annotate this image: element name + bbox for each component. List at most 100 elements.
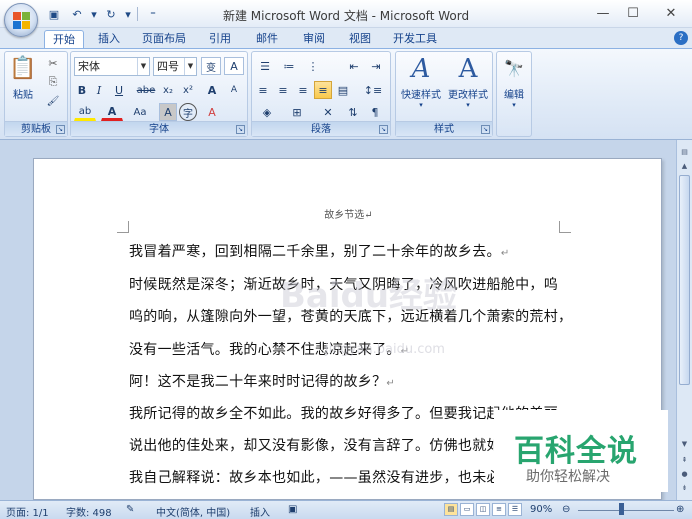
superscript-button[interactable]: x²: [179, 81, 197, 99]
char-border-icon[interactable]: A: [224, 57, 244, 75]
tab-review[interactable]: 审阅: [294, 30, 334, 48]
outline-icon[interactable]: ≡: [492, 503, 506, 516]
chinese-layout-icon[interactable]: ✕: [316, 103, 340, 121]
scroll-down-icon[interactable]: ▼: [679, 440, 690, 451]
clipboard-launcher-icon[interactable]: ↘: [56, 125, 65, 134]
strikethrough-button[interactable]: abe: [135, 81, 157, 99]
baidu-watermark-url: jingyan.baidu.com: [325, 342, 445, 357]
minimize-button[interactable]: —: [588, 0, 618, 26]
tab-home[interactable]: 开始: [44, 30, 84, 49]
chevron-down-icon: ▼: [184, 58, 196, 75]
quick-styles-button[interactable]: A 快速样式 ▾: [398, 54, 444, 109]
brand-overlay: 百科全说 助你轻松解决: [494, 410, 668, 492]
overlay-title: 百科全说: [514, 434, 638, 469]
show-marks-icon[interactable]: ¶: [366, 103, 384, 121]
editing-button[interactable]: 🔭 编辑 ▾: [499, 54, 529, 109]
numbering-icon[interactable]: ≔: [278, 57, 300, 75]
tab-insert[interactable]: 插入: [88, 30, 130, 48]
format-painter-icon[interactable]: 🖌: [43, 92, 63, 110]
office-button[interactable]: [4, 3, 38, 37]
shading-icon[interactable]: ◈: [254, 103, 280, 121]
zoom-in-icon[interactable]: ⊕: [676, 504, 684, 515]
ruler-toggle-icon[interactable]: ▤: [679, 148, 690, 159]
bold-button[interactable]: B: [74, 81, 90, 99]
prev-page-icon[interactable]: ⇞: [679, 456, 690, 467]
font-group-label: 字体: [71, 121, 247, 136]
clear-format-icon[interactable]: A: [202, 103, 222, 121]
cut-icon[interactable]: ✂: [43, 54, 63, 72]
underline-button[interactable]: U: [109, 81, 129, 99]
grow-font-icon[interactable]: A: [202, 81, 222, 99]
bullets-icon[interactable]: ☰: [254, 57, 276, 75]
font-group: 宋体 ▼ 四号 ▼ 变 A B I U abe x₂ x² A A ab A A…: [70, 51, 248, 137]
clipboard-group: 📋 粘贴 ✂ ⎘ 🖌 剪贴板 ↘: [4, 51, 68, 137]
close-button[interactable]: ✕: [656, 0, 686, 26]
ribbon: 📋 粘贴 ✂ ⎘ 🖌 剪贴板 ↘ 宋体 ▼ 四号 ▼ 变 A B I U abe…: [0, 48, 692, 140]
change-styles-button[interactable]: A 更改样式 ▾: [444, 54, 492, 109]
align-left-icon[interactable]: ≡: [254, 81, 272, 99]
ribbon-tabs: 开始 插入 页面布局 引用 邮件 审阅 视图 开发工具 ?: [0, 28, 692, 49]
align-center-icon[interactable]: ≡: [274, 81, 292, 99]
italic-button[interactable]: I: [91, 81, 107, 99]
zoom-out-icon[interactable]: ⊖: [562, 504, 570, 515]
overlay-subtitle: 助你轻松解决: [526, 469, 610, 485]
next-page-icon[interactable]: ⇟: [679, 484, 690, 495]
zoom-level[interactable]: 90%: [530, 504, 552, 515]
clipboard-icon: 📋: [9, 56, 37, 81]
word-count[interactable]: 字数: 498: [66, 504, 112, 519]
borders-icon[interactable]: ⊞: [284, 103, 310, 121]
help-icon[interactable]: ?: [674, 31, 688, 45]
print-layout-icon[interactable]: ▤: [444, 503, 458, 516]
highlight-icon[interactable]: ab: [74, 103, 96, 121]
font-color-icon[interactable]: A: [101, 103, 123, 121]
line-spacing-icon[interactable]: ↕≡: [360, 81, 386, 99]
align-right-icon[interactable]: ≡: [294, 81, 312, 99]
tab-developer[interactable]: 开发工具: [385, 30, 445, 48]
scroll-up-icon[interactable]: ▲: [679, 162, 690, 173]
proofing-icon[interactable]: ✎: [126, 504, 134, 515]
insert-mode-status[interactable]: 插入: [250, 504, 270, 519]
increase-indent-icon[interactable]: ⇥: [366, 57, 386, 75]
subscript-button[interactable]: x₂: [159, 81, 177, 99]
tab-view[interactable]: 视图: [340, 30, 380, 48]
tab-page-layout[interactable]: 页面布局: [134, 30, 194, 48]
zoom-track[interactable]: [578, 510, 674, 511]
language-status[interactable]: 中文(简体, 中国): [156, 504, 230, 519]
styles-launcher-icon[interactable]: ↘: [481, 125, 490, 134]
paste-button[interactable]: 📋 粘贴: [8, 54, 38, 101]
multilevel-list-icon[interactable]: ⋮: [302, 57, 324, 75]
shrink-font-icon[interactable]: A: [224, 81, 244, 99]
tab-references[interactable]: 引用: [200, 30, 240, 48]
web-layout-icon[interactable]: ◫: [476, 503, 490, 516]
decrease-indent-icon[interactable]: ⇤: [344, 57, 364, 75]
draft-icon[interactable]: ☰: [508, 503, 522, 516]
scroll-thumb[interactable]: [679, 175, 690, 385]
paragraph-launcher-icon[interactable]: ↘: [379, 125, 388, 134]
macro-record-icon[interactable]: ▣: [288, 504, 297, 515]
status-bar: 页面: 1/1 字数: 498 ✎ 中文(简体, 中国) 插入 ▣ ▤ ▭ ◫ …: [0, 500, 692, 519]
baidu-watermark: Baidu经验: [280, 276, 458, 316]
zoom-slider-thumb[interactable]: [618, 503, 624, 515]
font-size-value: 四号: [157, 60, 179, 73]
change-case-icon[interactable]: Aa: [127, 103, 153, 121]
browse-object-icon[interactable]: ●: [679, 470, 690, 481]
font-name-combo[interactable]: 宋体 ▼: [74, 57, 150, 76]
paste-label: 粘贴: [13, 90, 33, 101]
sort-icon[interactable]: ⇅: [344, 103, 362, 121]
vertical-scrollbar[interactable]: ▤ ▲ ▼ ⇞ ● ⇟: [676, 140, 692, 500]
maximize-button[interactable]: ☐: [618, 0, 648, 26]
justify-icon[interactable]: ≡: [314, 81, 332, 99]
editing-label: 编辑: [504, 90, 524, 101]
quick-styles-icon: A: [411, 54, 431, 84]
char-shading-icon[interactable]: A: [159, 103, 177, 121]
copy-icon[interactable]: ⎘: [43, 73, 63, 91]
full-screen-icon[interactable]: ▭: [460, 503, 474, 516]
page-count[interactable]: 页面: 1/1: [6, 504, 49, 519]
page-header: 故乡节选↵: [324, 210, 373, 221]
tab-mailings[interactable]: 邮件: [247, 30, 287, 48]
font-launcher-icon[interactable]: ↘: [236, 125, 245, 134]
enclose-char-icon[interactable]: 字: [179, 103, 197, 121]
distributed-icon[interactable]: ▤: [334, 81, 352, 99]
pinyin-guide-icon[interactable]: 变: [201, 57, 221, 75]
font-size-combo[interactable]: 四号 ▼: [153, 57, 197, 76]
